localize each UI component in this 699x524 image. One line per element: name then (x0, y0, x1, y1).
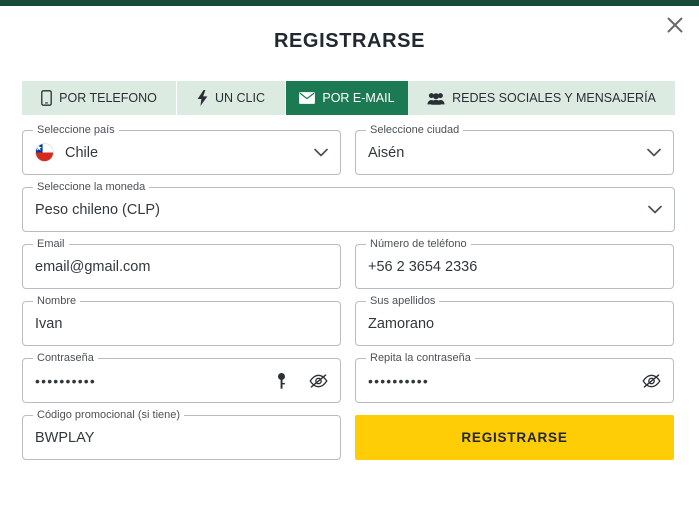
chevron-down-icon[interactable] (314, 148, 328, 157)
top-accent-bar (0, 0, 699, 6)
country-value: Chile (65, 144, 99, 161)
envelope-icon (299, 92, 316, 104)
currency-value: Peso chileno (CLP) (35, 201, 160, 218)
phone-input[interactable]: +56 2 3654 2336 (368, 259, 477, 275)
password-repeat-input[interactable]: •••••••••• (368, 373, 429, 389)
phone-field-wrap: Número de teléfono +56 2 3654 2336 (355, 238, 674, 289)
tab-label: POR TELEFONO (59, 91, 157, 105)
password-repeat-field-wrap: Repita la contraseña •••••••••• (355, 352, 674, 403)
phone-icon (41, 90, 52, 106)
key-icon[interactable] (276, 372, 287, 389)
tab-un-clic[interactable]: UN CLIC (177, 81, 286, 115)
phone-field[interactable]: Número de teléfono +56 2 3654 2336 (355, 238, 674, 289)
tab-label: REDES SOCIALES Y MENSAJERÍA (452, 91, 656, 105)
password-field[interactable]: Contraseña •••••••••• (22, 352, 341, 403)
last-name-input[interactable]: Zamorano (368, 316, 434, 332)
submit-wrap: REGISTRARSE (355, 415, 674, 460)
password-input[interactable]: •••••••••• (35, 373, 96, 389)
password-repeat-actions (642, 373, 661, 388)
currency-label: Seleccione la moneda (33, 181, 150, 194)
form-row-name: Nombre Ivan Sus apellidos Zamorano (22, 295, 675, 346)
registration-method-tabs: POR TELEFONO UN CLIC POR E-MAIL REDES SO… (22, 81, 675, 115)
registration-form: Seleccione país Chile Seleccione ciudad … (22, 124, 675, 472)
promo-field-wrap: Código promocional (si tiene) BWPLAY (22, 409, 341, 460)
last-name-field-wrap: Sus apellidos Zamorano (355, 295, 674, 346)
currency-select[interactable]: Seleccione la moneda Peso chileno (CLP) (22, 181, 675, 232)
people-icon (427, 92, 445, 105)
chevron-down-icon[interactable] (648, 205, 662, 214)
form-row-currency: Seleccione la moneda Peso chileno (CLP) (22, 181, 675, 232)
registration-modal: REGISTRARSE POR TELEFONO UN CLIC POR E-M… (0, 0, 699, 524)
country-label: Seleccione país (33, 124, 119, 137)
city-value: Aisén (368, 144, 405, 161)
tab-por-telefono[interactable]: POR TELEFONO (22, 81, 177, 115)
phone-label: Número de teléfono (366, 238, 471, 251)
first-name-field-wrap: Nombre Ivan (22, 295, 341, 346)
lightning-icon (197, 90, 208, 106)
password-repeat-label: Repita la contraseña (366, 352, 475, 365)
email-field-wrap: Email email@gmail.com (22, 238, 341, 289)
last-name-label: Sus apellidos (366, 295, 440, 308)
tab-por-email[interactable]: POR E-MAIL (286, 81, 408, 115)
first-name-input[interactable]: Ivan (35, 316, 62, 332)
tab-label: POR E-MAIL (322, 91, 395, 105)
country-field-wrap: Seleccione país Chile (22, 124, 341, 175)
promo-code-field[interactable]: Código promocional (si tiene) BWPLAY (22, 409, 341, 460)
register-submit-button[interactable]: REGISTRARSE (355, 415, 674, 460)
first-name-label: Nombre (33, 295, 81, 308)
tab-label: UN CLIC (214, 91, 265, 105)
password-actions (276, 372, 328, 389)
promo-code-label: Código promocional (si tiene) (33, 409, 185, 422)
form-row-promo-submit: Código promocional (si tiene) BWPLAY REG… (22, 409, 675, 460)
form-row-contact: Email email@gmail.com Número de teléfono… (22, 238, 675, 289)
last-name-field[interactable]: Sus apellidos Zamorano (355, 295, 674, 346)
city-field-wrap: Seleccione ciudad Aisén (355, 124, 674, 175)
page-title: REGISTRARSE (273, 30, 426, 52)
country-select[interactable]: Seleccione país Chile (22, 124, 341, 175)
email-label: Email (33, 238, 69, 251)
password-repeat-field[interactable]: Repita la contraseña •••••••••• (355, 352, 674, 403)
password-label: Contraseña (33, 352, 98, 365)
tab-redes-sociales[interactable]: REDES SOCIALES Y MENSAJERÍA (408, 81, 675, 115)
chevron-down-icon[interactable] (647, 148, 661, 157)
currency-field-wrap: Seleccione la moneda Peso chileno (CLP) (22, 181, 675, 232)
password-field-wrap: Contraseña •••••••••• (22, 352, 341, 403)
promo-code-input[interactable]: BWPLAY (35, 430, 94, 446)
city-select[interactable]: Seleccione ciudad Aisén (355, 124, 674, 175)
chile-flag-icon (35, 143, 54, 162)
email-field[interactable]: Email email@gmail.com (22, 238, 341, 289)
email-input[interactable]: email@gmail.com (35, 259, 150, 275)
form-row-location: Seleccione país Chile Seleccione ciudad … (22, 124, 675, 175)
form-row-password: Contraseña •••••••••• Repita la contrase… (22, 352, 675, 403)
city-label: Seleccione ciudad (366, 124, 464, 137)
eye-off-icon[interactable] (642, 373, 661, 388)
eye-off-icon[interactable] (309, 373, 328, 388)
first-name-field[interactable]: Nombre Ivan (22, 295, 341, 346)
